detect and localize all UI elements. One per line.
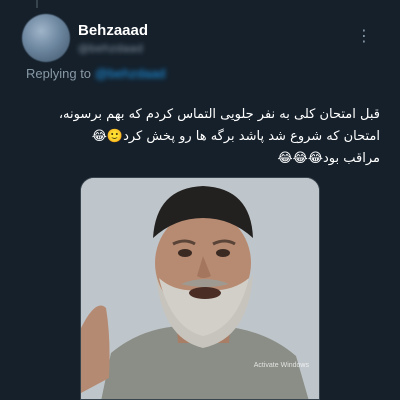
more-horizontal-icon: ⋮ xyxy=(356,26,372,45)
replying-to-label: Replying to xyxy=(26,66,92,81)
tweet-header: Behzaaad @behzdaad ⋮ xyxy=(12,14,388,64)
thread-line xyxy=(36,0,38,8)
replying-to-mention[interactable]: @behzdaad xyxy=(95,66,165,81)
tweet-text-line: مراقب بود😂😂😂 xyxy=(277,151,380,166)
author-name[interactable]: Behzaaad xyxy=(78,22,148,39)
tweet-text-line: قبل امتحان کلی به نفر جلویی التماس کردم … xyxy=(58,107,380,122)
tweet-media-image[interactable]: Activate Windows xyxy=(80,177,320,400)
author-handle[interactable]: @behzdaad xyxy=(78,42,168,54)
tweet-text: قبل امتحان کلی به نفر جلویی التماس کردم … xyxy=(20,104,380,170)
avatar[interactable] xyxy=(22,14,70,62)
replying-to: Replying to @behzdaad xyxy=(26,66,165,81)
tweet-text-line: امتحان که شروع شد پاشد برگه ها رو پخش کر… xyxy=(91,129,380,144)
media-watermark: Activate Windows xyxy=(253,362,309,369)
more-options-button[interactable]: ⋮ xyxy=(354,26,374,46)
